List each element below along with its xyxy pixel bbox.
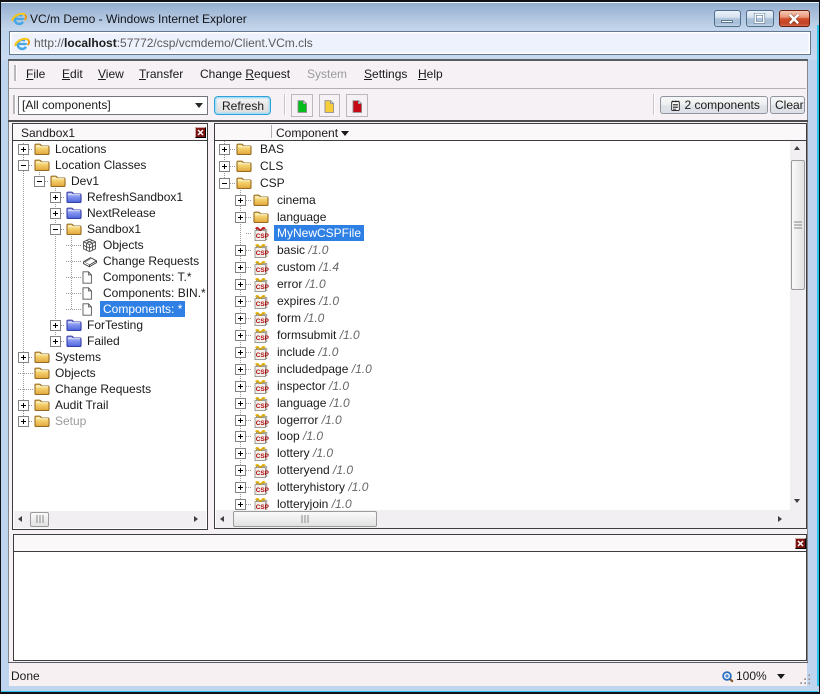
svg-text:CSP: CSP [255,352,268,359]
svg-text:CSP: CSP [255,420,268,427]
svg-text:CSP: CSP [255,284,268,291]
svg-text:CSP: CSP [255,267,268,274]
svg-text:CSP: CSP [255,453,268,460]
svg-text:CSP: CSP [255,233,268,240]
svg-text:CSP: CSP [255,369,268,376]
svg-text:CSP: CSP [255,386,268,393]
svg-text:CSP: CSP [255,436,268,443]
svg-text:CSP: CSP [255,403,268,410]
svg-text:CSP: CSP [255,335,268,342]
svg-text:CSP: CSP [255,318,268,325]
svg-text:CSP: CSP [255,250,268,257]
svg-text:CSP: CSP [255,301,268,308]
svg-text:CSP: CSP [255,487,268,494]
svg-text:CSP: CSP [255,470,268,477]
